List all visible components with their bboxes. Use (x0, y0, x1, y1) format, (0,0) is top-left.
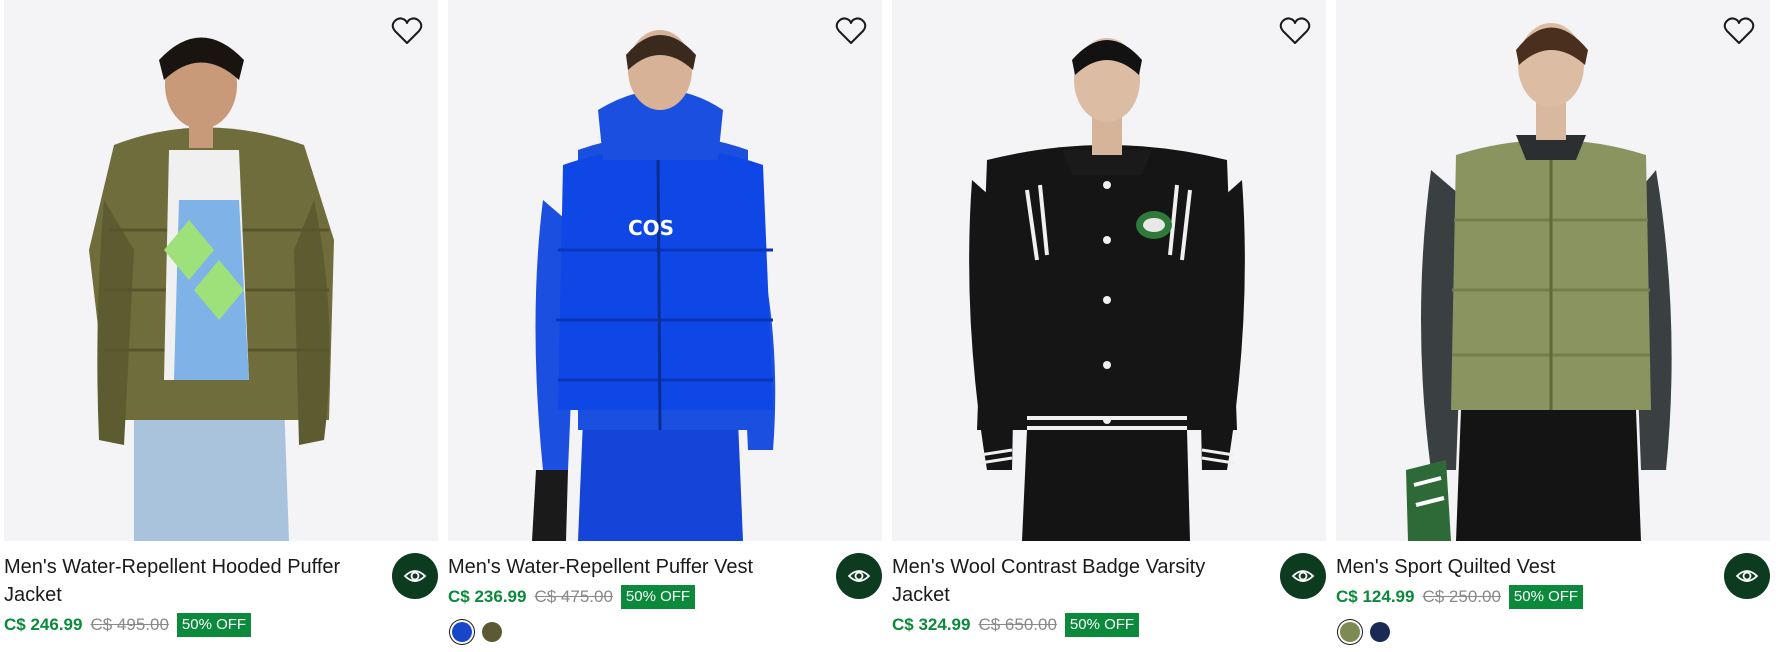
wishlist-button[interactable] (834, 14, 868, 48)
product-photo-quilted-vest (1336, 0, 1770, 541)
product-image[interactable] (4, 0, 438, 541)
product-card[interactable]: COS Men's Water-Repellent Puffer Vest C$… (448, 0, 882, 652)
product-image[interactable]: COS (448, 0, 882, 541)
color-swatches (1340, 622, 1390, 642)
heart-outline-icon (1723, 17, 1755, 44)
discount-badge: 50% OFF (176, 613, 252, 637)
eye-icon (403, 570, 427, 582)
quick-view-button[interactable] (836, 553, 882, 599)
color-swatch[interactable] (482, 622, 502, 642)
product-photo-blue-puffer-vest: COS (448, 0, 882, 541)
product-card[interactable]: Men's Sport Quilted Vest C$ 124.99 C$ 25… (1336, 0, 1770, 652)
product-title[interactable]: Men's Sport Quilted Vest (1336, 553, 1696, 581)
original-price: C$ 475.00 (534, 587, 613, 606)
original-price: C$ 250.00 (1422, 587, 1501, 606)
quick-view-button[interactable] (392, 553, 438, 599)
eye-icon (1291, 570, 1315, 582)
price-row: C$ 246.99 C$ 495.00 50% OFF (4, 613, 252, 637)
eye-icon (1735, 570, 1759, 582)
price-row: C$ 324.99 C$ 650.00 50% OFF (892, 613, 1140, 637)
color-swatches (452, 622, 502, 642)
product-photo-varsity-jacket (892, 0, 1326, 541)
price-row: C$ 124.99 C$ 250.00 50% OFF (1336, 585, 1584, 609)
sale-price: C$ 246.99 (4, 615, 83, 634)
color-swatch[interactable] (452, 622, 472, 642)
original-price: C$ 495.00 (90, 615, 169, 634)
svg-text:COS: COS (628, 216, 674, 240)
wishlist-button[interactable] (1278, 14, 1312, 48)
color-swatch[interactable] (1370, 622, 1390, 642)
product-card[interactable]: Men's Wool Contrast Badge Varsity Jacket… (892, 0, 1326, 652)
heart-outline-icon (1279, 17, 1311, 44)
eye-icon (847, 570, 871, 582)
quick-view-button[interactable] (1724, 553, 1770, 599)
quick-view-button[interactable] (1280, 553, 1326, 599)
wishlist-button[interactable] (390, 14, 424, 48)
product-title[interactable]: Men's Water-Repellent Puffer Vest (448, 553, 808, 581)
product-image[interactable] (1336, 0, 1770, 541)
product-title[interactable]: Men's Water-Repellent Hooded Puffer Jack… (4, 553, 364, 609)
heart-outline-icon (391, 17, 423, 44)
sale-price: C$ 236.99 (448, 587, 527, 606)
discount-badge: 50% OFF (620, 585, 696, 609)
original-price: C$ 650.00 (978, 615, 1057, 634)
color-swatch[interactable] (1340, 622, 1360, 642)
sale-price: C$ 124.99 (1336, 587, 1415, 606)
product-image[interactable] (892, 0, 1326, 541)
discount-badge: 50% OFF (1508, 585, 1584, 609)
product-grid: Men's Water-Repellent Hooded Puffer Jack… (0, 0, 1776, 652)
product-photo-olive-puffer (4, 0, 438, 541)
heart-outline-icon (835, 17, 867, 44)
sale-price: C$ 324.99 (892, 615, 971, 634)
discount-badge: 50% OFF (1064, 613, 1140, 637)
wishlist-button[interactable] (1722, 14, 1756, 48)
product-title[interactable]: Men's Wool Contrast Badge Varsity Jacket (892, 553, 1252, 609)
product-card[interactable]: Men's Water-Repellent Hooded Puffer Jack… (4, 0, 438, 652)
price-row: C$ 236.99 C$ 475.00 50% OFF (448, 585, 696, 609)
